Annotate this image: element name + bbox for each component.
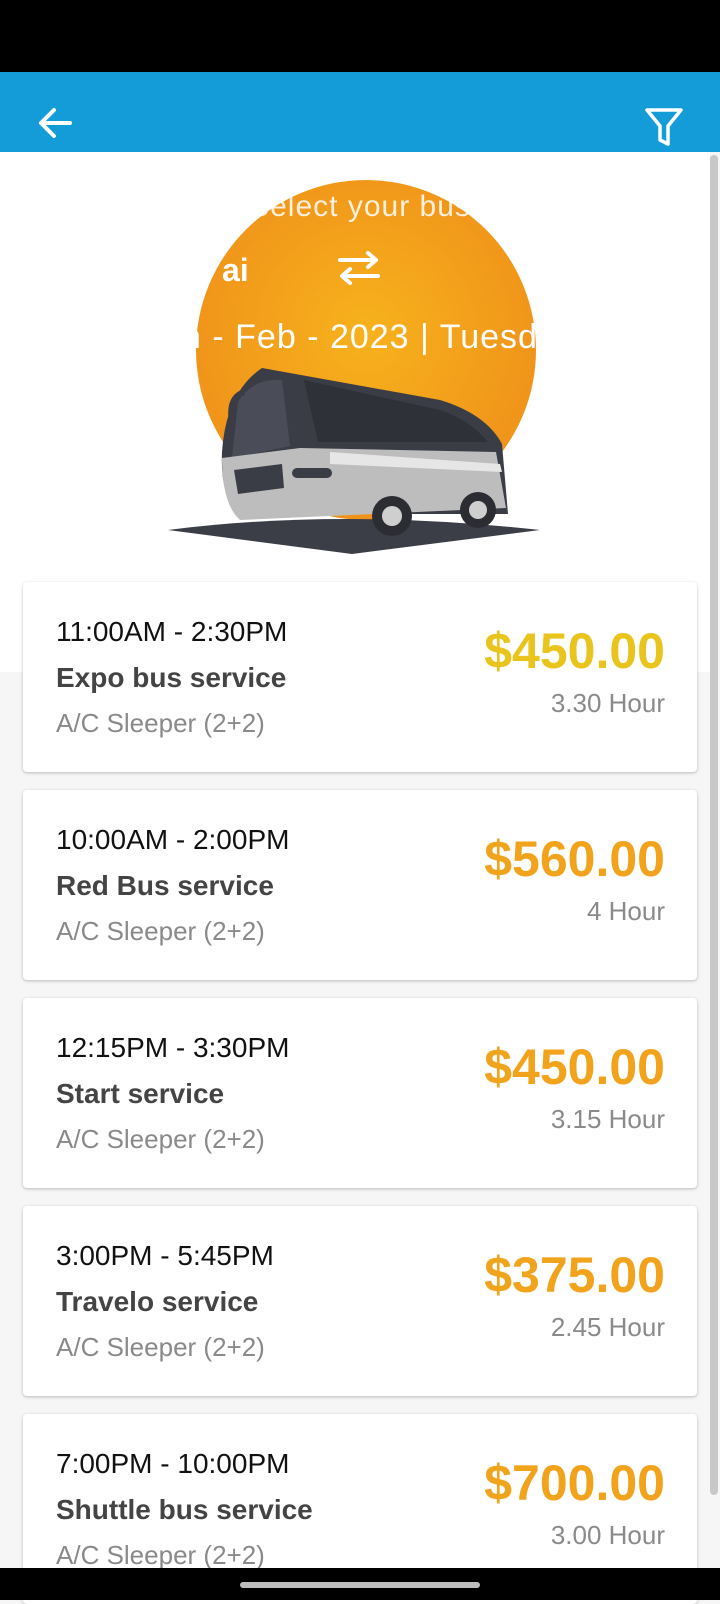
trip-duration: 3.15 Hour [550,1104,665,1134]
back-button[interactable] [36,106,78,140]
trip-time: 3:00PM - 5:45PM [56,1240,274,1271]
scrollbar[interactable] [710,155,718,1495]
trip-price: $450.00 [484,1039,665,1095]
trip-duration: 4 Hour [586,896,665,926]
bus-card[interactable]: 12:15PM - 3:30PM Start service A/C Sleep… [23,998,697,1188]
trip-duration: 3.30 Hour [550,688,665,718]
trip-price: $450.00 [484,623,665,679]
trip-time: 7:00PM - 10:00PM [56,1448,290,1479]
seat-type: A/C Sleeper (2+2) [56,1124,265,1154]
trip-price: $375.00 [484,1247,665,1303]
bus-name: Start service [56,1078,225,1109]
trip-time: 12:15PM - 3:30PM [56,1032,290,1063]
journey-subtitle: Select your bus [249,190,471,223]
bus-name: Shuttle bus service [56,1494,313,1525]
swap-arrows-icon [338,251,380,285]
trip-price: $560.00 [484,831,665,887]
trip-duration: 2.45 Hour [550,1312,665,1342]
seat-type: A/C Sleeper (2+2) [56,916,265,946]
arrow-left-icon [39,108,72,138]
journey-date: n - Feb - 2023 | Tuesd [182,318,538,356]
journey-header: Select your bus ai n - Feb - 2023 | Tues… [0,152,710,372]
bus-name: Expo bus service [56,662,287,693]
bus-card[interactable]: 11:00AM - 2:30PM Expo bus service A/C Sl… [23,582,697,772]
seat-type: A/C Sleeper (2+2) [56,708,265,738]
bus-name: Travelo service [56,1286,259,1317]
seat-type: A/C Sleeper (2+2) [56,1540,265,1570]
bus-card[interactable]: 10:00AM - 2:00PM Red Bus service A/C Sle… [23,790,697,980]
trip-time: 11:00AM - 2:30PM [56,616,288,647]
journey-from-city: ai [222,252,249,288]
filter-icon [645,108,683,146]
swap-route-button[interactable] [336,250,382,286]
status-bar [0,0,720,72]
system-navigation-bar [0,1568,720,1600]
seat-type: A/C Sleeper (2+2) [56,1332,265,1362]
bus-name: Red Bus service [56,870,274,901]
trip-time: 10:00AM - 2:00PM [56,824,290,855]
filter-button[interactable] [644,106,684,148]
trip-price: $700.00 [484,1455,665,1511]
trip-duration: 3.00 Hour [550,1520,665,1550]
bus-card[interactable]: 3:00PM - 5:45PM Travelo service A/C Slee… [23,1206,697,1396]
app-bar [0,72,720,152]
home-gesture-handle[interactable] [240,1582,480,1588]
